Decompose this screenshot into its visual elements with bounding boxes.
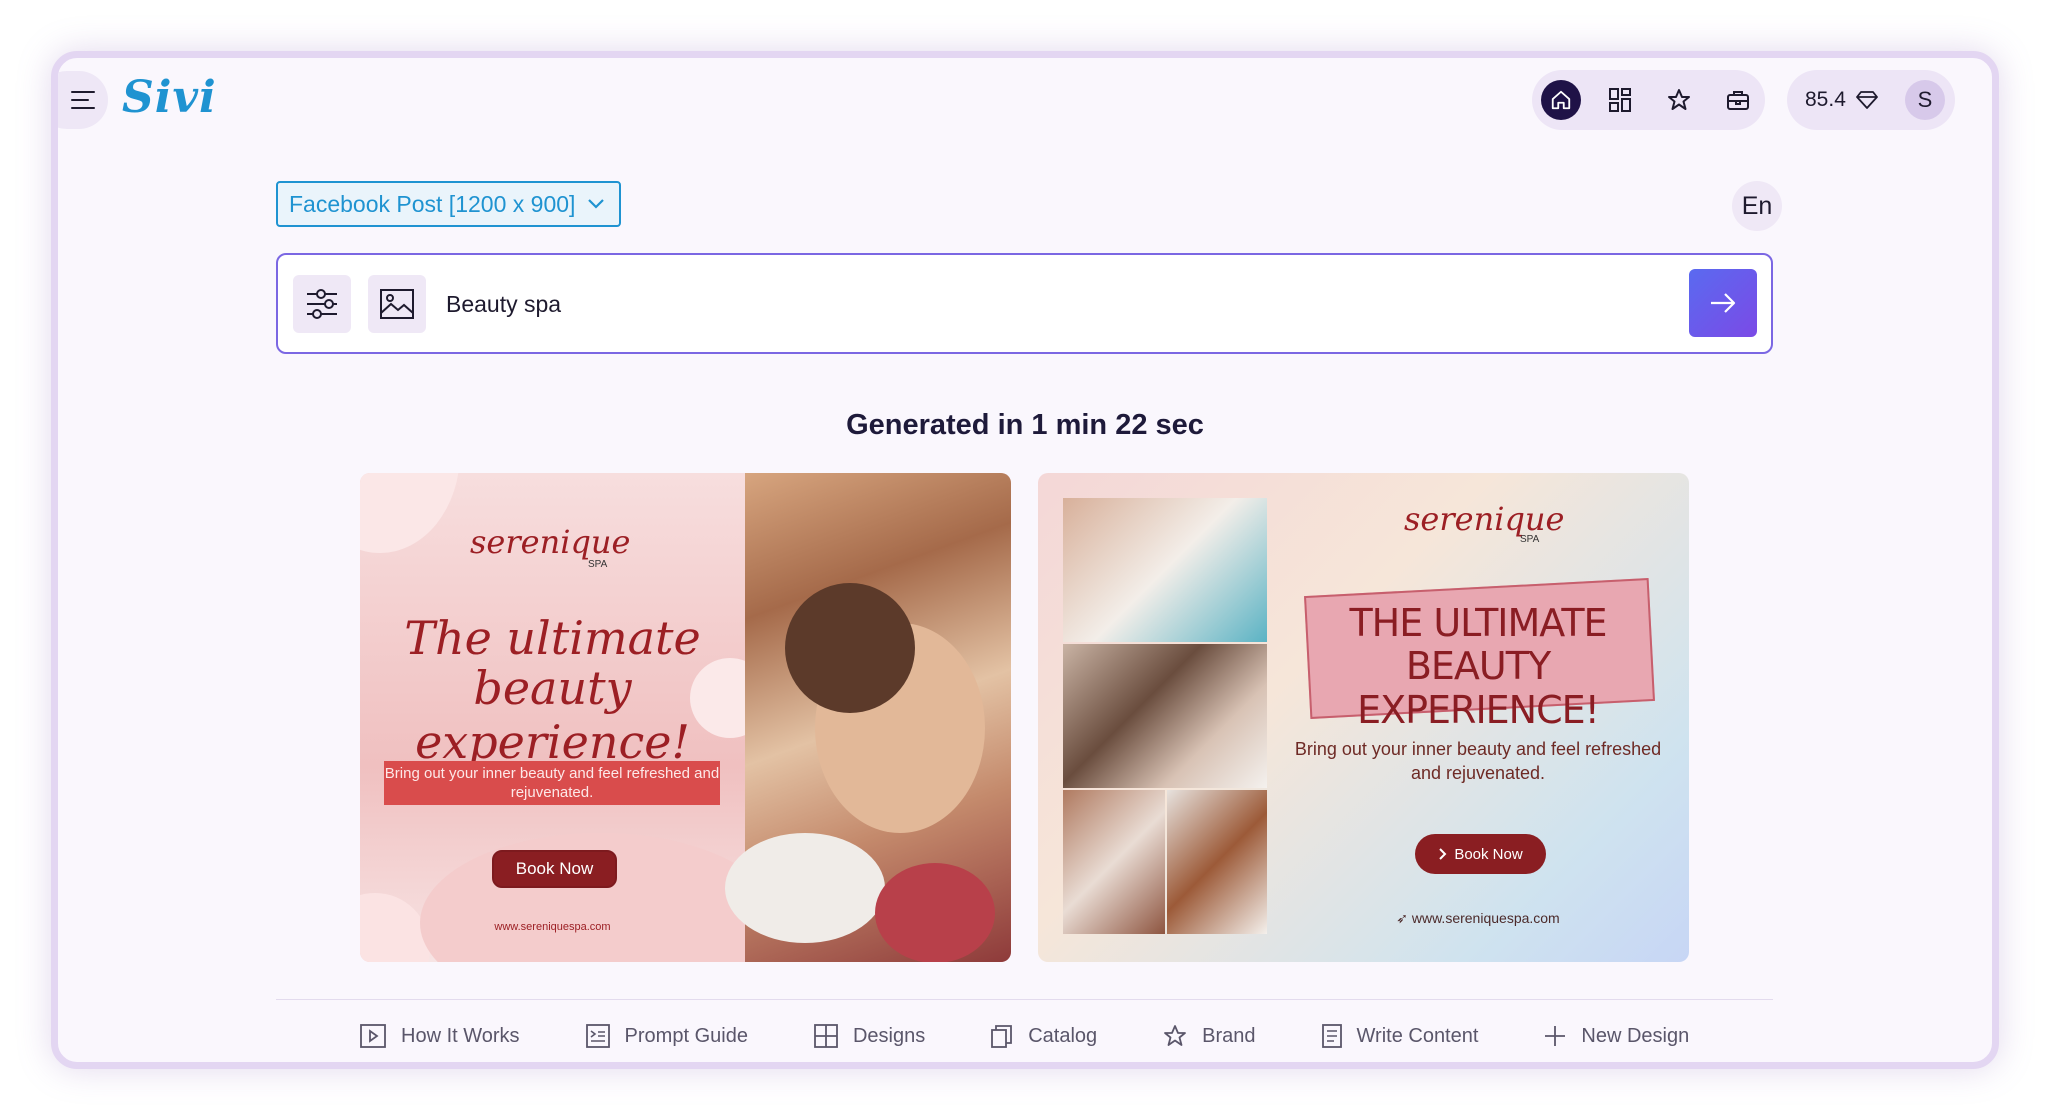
- bottom-nav: How It Works Prompt Guide Designs Catalo…: [360, 1024, 1689, 1048]
- home-icon: [1551, 90, 1571, 110]
- nav-home[interactable]: [1541, 80, 1581, 120]
- briefcase-icon: [1727, 91, 1749, 110]
- card-1-brand: serenique: [470, 523, 631, 561]
- send-icon: ➶: [1396, 910, 1412, 926]
- menu-icon: [71, 91, 95, 109]
- plus-icon: [1545, 1026, 1566, 1046]
- app-logo[interactable]: Sivi: [122, 72, 217, 123]
- nav-brand-kit[interactable]: [1718, 80, 1758, 120]
- card-1-cta: Book Now: [492, 850, 617, 888]
- card-2-url-text: www.sereniquespa.com: [1411, 910, 1560, 926]
- spa-photo-facial: [1063, 498, 1267, 642]
- app-window: Sivi 85.4 S Facebook Post [1200 x 900] E…: [51, 51, 1999, 1069]
- diamond-icon: [1855, 91, 1878, 109]
- templates-icon: [1609, 88, 1631, 112]
- image-icon: [380, 289, 414, 319]
- chevron-down-icon: [588, 199, 605, 209]
- chevron-right-icon: [1439, 848, 1447, 860]
- nav-templates[interactable]: [1600, 80, 1640, 120]
- card-1-headline-1: The ultimate: [404, 611, 701, 665]
- catalog-label: Catalog: [1028, 1024, 1098, 1047]
- prompt-guide-link[interactable]: Prompt Guide: [585, 1024, 748, 1048]
- spa-photo-mask: [1167, 790, 1267, 934]
- prompt-guide-icon: [585, 1024, 610, 1048]
- design-card-2[interactable]: serenique SPA THE ULTIMATE BEAUTY EXPERI…: [1038, 473, 1689, 962]
- star-icon: [1164, 1025, 1187, 1046]
- write-content-label: Write Content: [1356, 1024, 1479, 1047]
- main-nav: [1532, 70, 1765, 130]
- generation-time: Generated in 1 min 22 sec: [846, 409, 1204, 441]
- card-2-headline-1: THE ULTIMATE: [1349, 601, 1607, 645]
- card-2-cta-label: Book Now: [1454, 845, 1523, 863]
- catalog-icon: [991, 1025, 1013, 1048]
- card-2-cta: Book Now: [1415, 834, 1546, 874]
- card-2-brand-sub: SPA: [1520, 534, 1540, 545]
- card-1-headline-2: beauty experience!: [415, 661, 690, 769]
- credits-value: 85.4: [1805, 88, 1846, 111]
- grid-icon: [814, 1024, 838, 1048]
- brand-label: Brand: [1202, 1024, 1256, 1047]
- image-upload-button[interactable]: [368, 275, 426, 333]
- card-1-url: www.sereniquespa.com: [494, 921, 611, 933]
- divider: [276, 999, 1773, 1000]
- brand-link[interactable]: Brand: [1163, 1024, 1256, 1048]
- card-2-subtext: Bring out your inner beauty and feel ref…: [1294, 739, 1662, 783]
- designs-label: Designs: [852, 1024, 926, 1047]
- prompt-input[interactable]: Beauty spa: [446, 291, 561, 318]
- card-1-brand-sub: SPA: [588, 559, 608, 570]
- spa-photo: [725, 473, 1011, 962]
- size-select-value: Facebook Post [1200 x 900]: [289, 190, 576, 217]
- spa-photo-massage: [1063, 644, 1267, 788]
- document-icon: [1321, 1024, 1342, 1048]
- nav-favorites[interactable]: [1659, 80, 1699, 120]
- menu-button[interactable]: [58, 71, 108, 129]
- design-card-1[interactable]: serenique SPA The ultimate beauty experi…: [360, 473, 1011, 962]
- sliders-icon: [307, 289, 337, 319]
- credits-pill[interactable]: 85.4 S: [1787, 70, 1955, 130]
- catalog-link[interactable]: Catalog: [991, 1024, 1097, 1048]
- new-design-link[interactable]: New Design: [1544, 1024, 1689, 1048]
- how-it-works-link[interactable]: How It Works: [360, 1024, 520, 1048]
- prompt-box: Beauty spa: [276, 253, 1773, 354]
- settings-button[interactable]: [293, 275, 351, 333]
- spa-photo-treatment: [1063, 790, 1165, 934]
- play-icon: [360, 1024, 386, 1048]
- star-icon: [1668, 89, 1690, 110]
- designs-link[interactable]: Designs: [814, 1024, 925, 1048]
- avatar[interactable]: S: [1905, 80, 1945, 120]
- prompt-guide-label: Prompt Guide: [624, 1024, 748, 1047]
- write-content-link[interactable]: Write Content: [1321, 1024, 1479, 1048]
- card-2-brand: serenique: [1404, 500, 1565, 538]
- language-button[interactable]: En: [1732, 181, 1782, 231]
- new-design-label: New Design: [1581, 1024, 1690, 1047]
- card-2-url: ➶ www.sereniquespa.com: [1288, 910, 1668, 927]
- how-it-works-label: How It Works: [401, 1024, 520, 1047]
- arrow-right-icon: [1711, 293, 1736, 313]
- size-select[interactable]: Facebook Post [1200 x 900]: [276, 181, 621, 227]
- generate-button[interactable]: [1689, 269, 1757, 337]
- card-1-subtext: Bring out your inner beauty and feel ref…: [384, 761, 720, 805]
- card-2-headline-2: BEAUTY EXPERIENCE!: [1357, 644, 1600, 732]
